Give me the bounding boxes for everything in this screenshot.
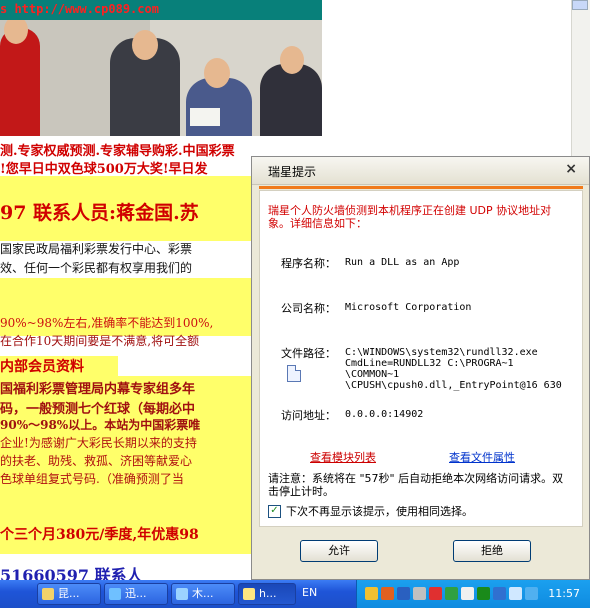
body-text-line: 的扶老、助残、救孤、济困等献爱心	[0, 454, 193, 468]
program-name-value: Run a DLL as an App	[345, 257, 460, 268]
file-path-line: \CPUSH\cpush0.dll,_EntryPoint@16 630	[345, 380, 562, 391]
contact-heading: 97 联系人员:蒋金国.苏	[0, 202, 199, 224]
taskbar-button[interactable]: 迅...	[104, 583, 168, 605]
tray-app-icon[interactable]	[413, 587, 426, 600]
body-text-line: 色球单组复式号码.（准确预测了当	[0, 472, 184, 486]
tray-app-icon[interactable]	[365, 587, 378, 600]
file-path-label: 文件路径：	[281, 347, 336, 360]
remember-choice-checkbox[interactable]: ✓	[268, 504, 281, 518]
taskbar-button-label: 昆...	[58, 587, 80, 600]
body-text-line: 90%～98%以上。本站为中国彩票唯	[0, 418, 201, 432]
view-modules-link[interactable]: 查看模块列表	[310, 449, 376, 465]
promo-line-2: !您早日中双色球500万大奖!早日发	[0, 162, 208, 177]
window-icon	[42, 588, 54, 600]
allow-button[interactable]: 允许	[300, 540, 378, 562]
dialog-title: 瑞星提示	[268, 165, 317, 179]
dialog-titlebar[interactable]: 瑞星提示 ×	[252, 157, 589, 185]
file-path-line: \COMMON~1	[345, 369, 400, 380]
program-name-label: 程序名称：	[281, 257, 336, 270]
member-heading: 内部会员资料	[0, 356, 118, 376]
body-text-line: 企业!为感谢广大彩民长期以来的支持	[0, 436, 197, 450]
tray-app-icon[interactable]	[397, 587, 410, 600]
tray-app-icon[interactable]	[445, 587, 458, 600]
access-address-value: 0.0.0.0:14902	[345, 409, 424, 420]
taskbar-button[interactable]: 昆...	[37, 583, 101, 605]
tray-app-icon[interactable]	[429, 587, 442, 600]
language-indicator[interactable]: EN	[302, 586, 317, 599]
window-icon	[176, 588, 188, 600]
body-text-line: 国家民政局福利彩票发行中心、彩票	[0, 242, 193, 256]
file-path-line: C:\WINDOWS\system32\rundll32.exe	[345, 347, 538, 358]
view-file-properties-link[interactable]: 查看文件属性	[449, 449, 515, 465]
file-icon	[287, 365, 301, 382]
taskbar-button[interactable]: h...	[238, 583, 296, 605]
body-text-line: 国福利彩票管理局内幕专家组多年	[0, 382, 196, 397]
taskbar-button-label: 木...	[192, 587, 214, 600]
tray-app-icon[interactable]	[509, 587, 522, 600]
tray-app-icon[interactable]	[461, 587, 474, 600]
access-address-label: 访问地址：	[281, 409, 336, 422]
refund-line: 在合作10天期间要是不满意,将可全额	[0, 334, 200, 348]
taskbar-button-label: 迅...	[125, 587, 147, 600]
tray-app-icon[interactable]	[381, 587, 394, 600]
deny-button[interactable]: 拒绝	[453, 540, 531, 562]
taskbar-button-label: h...	[259, 587, 277, 600]
taskbar-button[interactable]: 木...	[171, 583, 235, 605]
scrollbar-thumb[interactable]	[572, 0, 588, 10]
body-text-line: 效、任何一个彩民都有权享用我们的	[0, 261, 193, 275]
tray-app-icon[interactable]	[493, 587, 506, 600]
price-line: 个三个月380元/季度,年优惠98	[0, 527, 199, 543]
accuracy-line: 90%~98%左右,准确率不能达到100%,	[0, 316, 214, 330]
warning-message: 瑞星个人防火墙侦测到本机程序正在创建 UDP 协议地址对象。详细信息如下：	[268, 204, 552, 230]
auto-deny-countdown-note: 请注意：系统将在 "57秒" 后自动拒绝本次网络访问请求。双击停止计时。	[268, 472, 564, 498]
phone-line: 51660597 联系人	[0, 566, 143, 580]
system-tray: 11:57	[356, 580, 590, 608]
news-photo	[0, 20, 322, 136]
close-icon[interactable]: ×	[565, 161, 577, 177]
clock[interactable]: 11:57	[548, 587, 580, 600]
tray-app-icon[interactable]	[525, 587, 538, 600]
site-url-banner[interactable]: s http://www.cp089.com	[0, 0, 322, 20]
windows-taskbar: 昆... 迅... 木... h... EN 11:57	[0, 580, 590, 608]
remember-choice-row[interactable]: ✓ 下次不再显示该提示，使用相同选择。	[268, 503, 473, 519]
file-path-line: CmdLine=RUNDLL32 C:\PROGRA~1	[345, 358, 514, 369]
body-text-line: 码，一般预测七个红球（每期必中	[0, 402, 196, 417]
accent-bar	[259, 186, 583, 189]
remember-choice-label[interactable]: 下次不再显示该提示，使用相同选择。	[286, 503, 473, 519]
company-name-value: Microsoft Corporation	[345, 302, 472, 313]
tray-app-icon[interactable]	[477, 587, 490, 600]
firewall-alert-dialog: 瑞星提示 × 瑞星个人防火墙侦测到本机程序正在创建 UDP 协议地址对象。详细信…	[251, 156, 590, 580]
company-name-label: 公司名称：	[281, 302, 336, 315]
window-icon	[109, 588, 121, 600]
window-icon	[243, 588, 255, 600]
